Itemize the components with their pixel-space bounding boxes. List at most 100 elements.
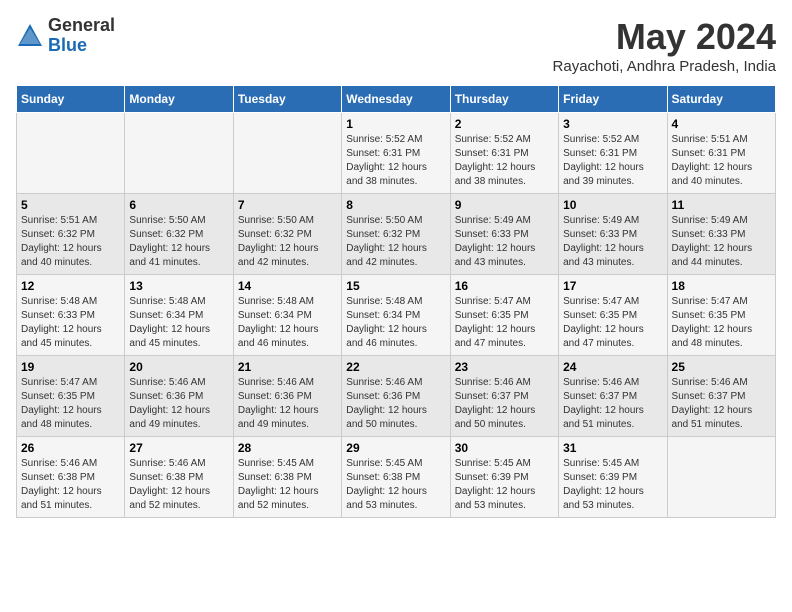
calendar-cell: 30 Sunrise: 5:45 AMSunset: 6:39 PMDayligh…: [450, 437, 558, 518]
logo: General Blue: [16, 16, 115, 56]
page-header: General Blue May 2024 Rayachoti, Andhra …: [16, 16, 776, 75]
day-number: 27: [129, 441, 228, 455]
day-number: 3: [563, 117, 662, 131]
logo-text: General Blue: [48, 16, 115, 56]
day-number: 7: [238, 198, 337, 212]
calendar-cell: 21 Sunrise: 5:46 AMSunset: 6:36 PMDayligh…: [233, 356, 341, 437]
calendar-cell: 17 Sunrise: 5:47 AMSunset: 6:35 PMDayligh…: [559, 275, 667, 356]
day-info: Sunrise: 5:48 AMSunset: 6:34 PMDaylight:…: [238, 295, 337, 351]
day-number: 17: [563, 279, 662, 293]
day-info: Sunrise: 5:49 AMSunset: 6:33 PMDaylight:…: [455, 214, 554, 270]
calendar-cell: 13 Sunrise: 5:48 AMSunset: 6:34 PMDayligh…: [125, 275, 233, 356]
header-monday: Monday: [125, 86, 233, 113]
calendar-cell: 2Sunrise: 5:52 AMSunset: 6:31 PMDaylight…: [450, 113, 558, 194]
day-number: 29: [346, 441, 445, 455]
day-info: Sunrise: 5:51 AMSunset: 6:31 PMDaylight:…: [672, 133, 771, 189]
calendar-cell: 26Sunrise: 5:46 AMSunset: 6:38 PMDayligh…: [17, 437, 125, 518]
day-number: 1: [346, 117, 445, 131]
day-number: 6: [129, 198, 228, 212]
calendar-week-row: 19 Sunrise: 5:47 AMSunset: 6:35 PMDayligh…: [17, 356, 776, 437]
location-subtitle: Rayachoti, Andhra Pradesh, India: [553, 58, 776, 75]
day-number: 24: [563, 360, 662, 374]
day-info: Sunrise: 5:46 AMSunset: 6:36 PMDaylight:…: [346, 376, 445, 432]
calendar-cell: 5 Sunrise: 5:51 AMSunset: 6:32 PMDaylight…: [17, 194, 125, 275]
header-wednesday: Wednesday: [342, 86, 450, 113]
logo-general: General: [48, 16, 115, 36]
month-year-title: May 2024: [553, 16, 776, 58]
calendar-header-row: Sunday Monday Tuesday Wednesday Thursday…: [17, 86, 776, 113]
day-info: Sunrise: 5:49 AMSunset: 6:33 PMDaylight:…: [672, 214, 771, 270]
day-info: Sunrise: 5:48 AMSunset: 6:34 PMDaylight:…: [129, 295, 228, 351]
day-info: Sunrise: 5:46 AMSunset: 6:36 PMDaylight:…: [238, 376, 337, 432]
day-info: Sunrise: 5:48 AMSunset: 6:34 PMDaylight:…: [346, 295, 445, 351]
calendar-week-row: 1 Sunrise: 5:52 AMSunset: 6:31 PMDaylight…: [17, 113, 776, 194]
day-info: Sunrise: 5:47 AMSunset: 6:35 PMDaylight:…: [672, 295, 771, 351]
day-number: 20: [129, 360, 228, 374]
header-thursday: Thursday: [450, 86, 558, 113]
calendar-cell: 27 Sunrise: 5:46 AMSunset: 6:38 PMDayligh…: [125, 437, 233, 518]
calendar-cell: 14 Sunrise: 5:48 AMSunset: 6:34 PMDayligh…: [233, 275, 341, 356]
day-number: 13: [129, 279, 228, 293]
header-tuesday: Tuesday: [233, 86, 341, 113]
day-info: Sunrise: 5:46 AMSunset: 6:38 PMDaylight:…: [21, 457, 120, 513]
day-number: 8: [346, 198, 445, 212]
day-number: 12: [21, 279, 120, 293]
day-info: Sunrise: 5:47 AMSunset: 6:35 PMDaylight:…: [455, 295, 554, 351]
header-saturday: Saturday: [667, 86, 775, 113]
day-number: 15: [346, 279, 445, 293]
calendar-cell: 4Sunrise: 5:51 AMSunset: 6:31 PMDaylight…: [667, 113, 775, 194]
day-info: Sunrise: 5:45 AMSunset: 6:39 PMDaylight:…: [563, 457, 662, 513]
day-number: 19: [21, 360, 120, 374]
day-info: Sunrise: 5:45 AMSunset: 6:38 PMDaylight:…: [346, 457, 445, 513]
day-info: Sunrise: 5:50 AMSunset: 6:32 PMDaylight:…: [346, 214, 445, 270]
logo-icon: [16, 22, 44, 50]
day-number: 30: [455, 441, 554, 455]
day-info: Sunrise: 5:45 AMSunset: 6:38 PMDaylight:…: [238, 457, 337, 513]
day-number: 23: [455, 360, 554, 374]
day-info: Sunrise: 5:45 AMSunset: 6:39 PMDaylight:…: [455, 457, 554, 513]
day-number: 22: [346, 360, 445, 374]
day-number: 25: [672, 360, 771, 374]
day-info: Sunrise: 5:47 AMSunset: 6:35 PMDaylight:…: [21, 376, 120, 432]
calendar-cell: 6Sunrise: 5:50 AMSunset: 6:32 PMDaylight…: [125, 194, 233, 275]
calendar-cell: 25 Sunrise: 5:46 AMSunset: 6:37 PMDayligh…: [667, 356, 775, 437]
calendar-cell: 8 Sunrise: 5:50 AMSunset: 6:32 PMDaylight…: [342, 194, 450, 275]
day-info: Sunrise: 5:49 AMSunset: 6:33 PMDaylight:…: [563, 214, 662, 270]
calendar-cell: 18Sunrise: 5:47 AMSunset: 6:35 PMDayligh…: [667, 275, 775, 356]
day-info: Sunrise: 5:46 AMSunset: 6:36 PMDaylight:…: [129, 376, 228, 432]
calendar-table: Sunday Monday Tuesday Wednesday Thursday…: [16, 85, 776, 518]
calendar-cell: 7 Sunrise: 5:50 AMSunset: 6:32 PMDaylight…: [233, 194, 341, 275]
day-number: 16: [455, 279, 554, 293]
day-number: 9: [455, 198, 554, 212]
day-info: Sunrise: 5:46 AMSunset: 6:37 PMDaylight:…: [455, 376, 554, 432]
day-info: Sunrise: 5:51 AMSunset: 6:32 PMDaylight:…: [21, 214, 120, 270]
day-info: Sunrise: 5:52 AMSunset: 6:31 PMDaylight:…: [563, 133, 662, 189]
calendar-cell: [125, 113, 233, 194]
day-number: 28: [238, 441, 337, 455]
calendar-cell: 15 Sunrise: 5:48 AMSunset: 6:34 PMDayligh…: [342, 275, 450, 356]
day-info: Sunrise: 5:47 AMSunset: 6:35 PMDaylight:…: [563, 295, 662, 351]
logo-blue: Blue: [48, 36, 115, 56]
day-info: Sunrise: 5:50 AMSunset: 6:32 PMDaylight:…: [238, 214, 337, 270]
day-info: Sunrise: 5:46 AMSunset: 6:38 PMDaylight:…: [129, 457, 228, 513]
day-number: 31: [563, 441, 662, 455]
calendar-cell: 29 Sunrise: 5:45 AMSunset: 6:38 PMDayligh…: [342, 437, 450, 518]
calendar-cell: 22 Sunrise: 5:46 AMSunset: 6:36 PMDayligh…: [342, 356, 450, 437]
day-number: 21: [238, 360, 337, 374]
day-number: 14: [238, 279, 337, 293]
calendar-cell: 1Sunrise: 5:52 AMSunset: 6:31 PMDaylight…: [342, 113, 450, 194]
calendar-week-row: 12Sunrise: 5:48 AMSunset: 6:33 PMDayligh…: [17, 275, 776, 356]
calendar-week-row: 5 Sunrise: 5:51 AMSunset: 6:32 PMDaylight…: [17, 194, 776, 275]
day-number: 5: [21, 198, 120, 212]
calendar-cell: 10Sunrise: 5:49 AMSunset: 6:33 PMDayligh…: [559, 194, 667, 275]
calendar-cell: 19 Sunrise: 5:47 AMSunset: 6:35 PMDayligh…: [17, 356, 125, 437]
day-info: Sunrise: 5:52 AMSunset: 6:31 PMDaylight:…: [455, 133, 554, 189]
header-friday: Friday: [559, 86, 667, 113]
header-sunday: Sunday: [17, 86, 125, 113]
day-number: 11: [672, 198, 771, 212]
calendar-cell: 12Sunrise: 5:48 AMSunset: 6:33 PMDayligh…: [17, 275, 125, 356]
calendar-cell: [667, 437, 775, 518]
day-info: Sunrise: 5:46 AMSunset: 6:37 PMDaylight:…: [672, 376, 771, 432]
title-block: May 2024 Rayachoti, Andhra Pradesh, Indi…: [553, 16, 776, 75]
calendar-cell: 9 Sunrise: 5:49 AMSunset: 6:33 PMDaylight…: [450, 194, 558, 275]
